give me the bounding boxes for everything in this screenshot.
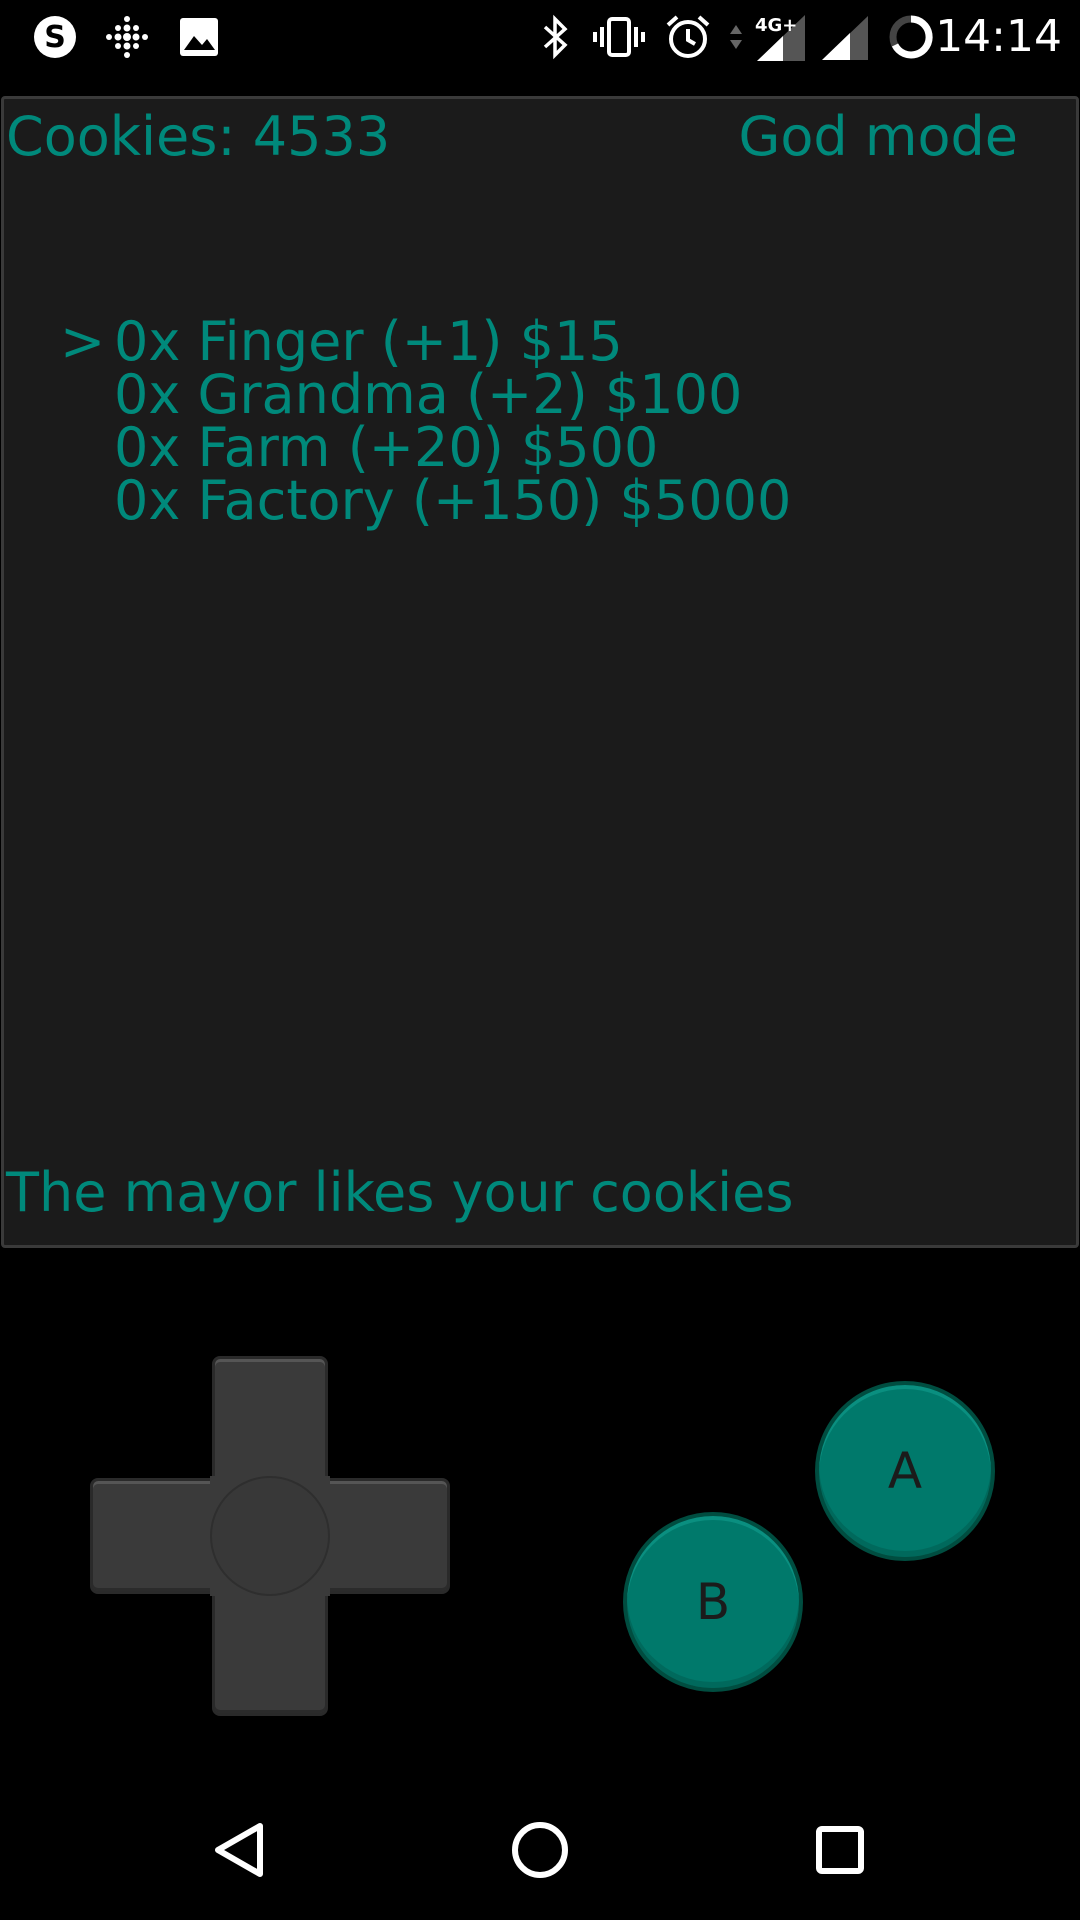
menu-item-grandma[interactable]: 0x Grandma (+2) $100 bbox=[60, 368, 791, 422]
navigation-bar bbox=[0, 1780, 1080, 1920]
home-icon[interactable] bbox=[490, 1800, 590, 1900]
a-button-label: A bbox=[887, 1442, 923, 1500]
signal-4g-icon: 4G+ bbox=[752, 0, 810, 74]
b-button-label: B bbox=[695, 1573, 731, 1631]
recents-icon[interactable] bbox=[790, 1800, 890, 1900]
dpad[interactable] bbox=[90, 1356, 450, 1716]
bluetooth-icon bbox=[534, 0, 578, 74]
menu-item-label: 0x Factory (+150) $5000 bbox=[114, 469, 792, 532]
network-label: 4G+ bbox=[755, 15, 797, 36]
fitbit-icon bbox=[100, 0, 154, 74]
svg-text:S: S bbox=[44, 20, 66, 55]
status-bar: S 4G+ 14:14 bbox=[0, 0, 1080, 74]
game-screen: Cookies: 4533 God mode > 0x Finger (+1) … bbox=[1, 96, 1079, 1248]
status-time: 14:14 bbox=[935, 11, 1062, 62]
gallery-icon bbox=[172, 0, 226, 74]
menu-item-farm[interactable]: 0x Farm (+20) $500 bbox=[60, 421, 791, 475]
sync-icon bbox=[884, 0, 938, 74]
status-message: The mayor likes your cookies bbox=[6, 1161, 794, 1224]
upgrade-menu: > 0x Finger (+1) $15 0x Grandma (+2) $10… bbox=[60, 310, 791, 528]
alarm-icon bbox=[662, 0, 714, 74]
skype-icon: S bbox=[28, 0, 82, 74]
menu-item-factory[interactable]: 0x Factory (+150) $5000 bbox=[60, 474, 791, 528]
a-button[interactable]: A bbox=[815, 1381, 995, 1561]
menu-item-finger[interactable]: > 0x Finger (+1) $15 bbox=[60, 310, 791, 373]
cookie-counter: Cookies: 4533 bbox=[6, 105, 391, 168]
dpad-center bbox=[210, 1476, 330, 1596]
data-arrows-icon bbox=[724, 0, 748, 74]
back-icon[interactable] bbox=[190, 1800, 290, 1900]
vibrate-icon bbox=[590, 0, 648, 74]
mode-label: God mode bbox=[738, 105, 1018, 168]
signal-icon bbox=[816, 0, 874, 74]
selection-cursor: > bbox=[60, 310, 106, 373]
b-button[interactable]: B bbox=[623, 1512, 803, 1692]
